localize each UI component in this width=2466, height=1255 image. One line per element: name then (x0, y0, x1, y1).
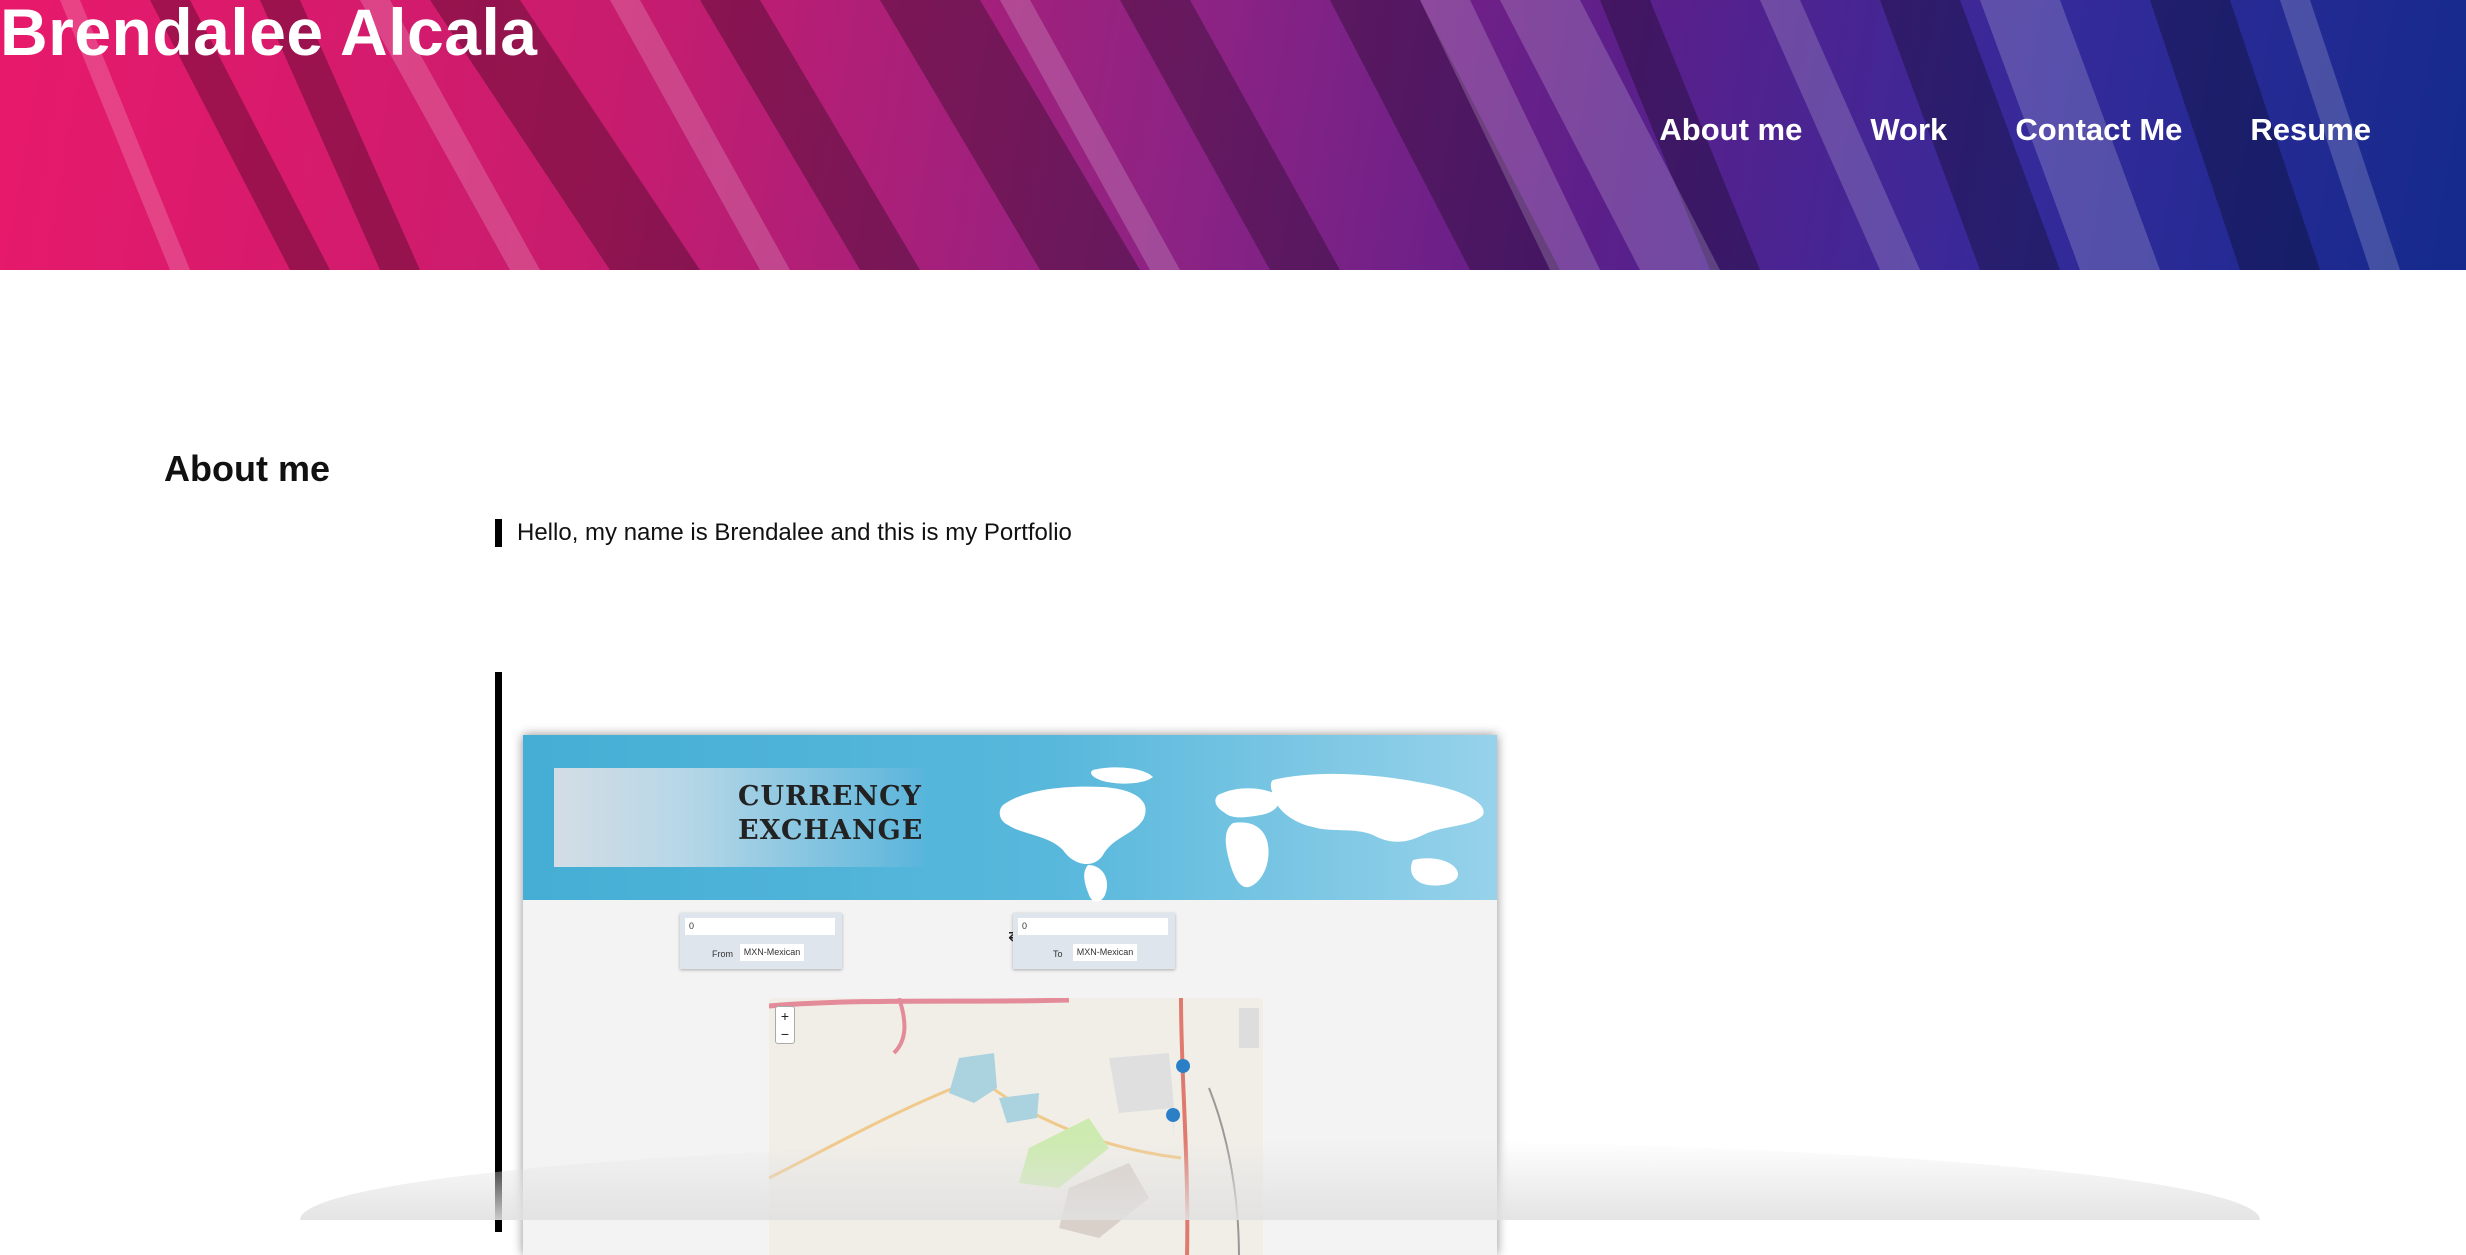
from-amount-input[interactable]: 0 (685, 918, 835, 935)
logo-line-1: CURRENCY (738, 781, 922, 812)
zoom-in-button[interactable]: + (776, 1007, 794, 1025)
about-heading: About me (164, 448, 330, 489)
site-title: Brendalee Alcala (0, 0, 538, 69)
main-nav: About me Work Contact Me Resume (1659, 112, 2371, 148)
to-label: To (1053, 949, 1063, 959)
to-amount-input[interactable]: 0 (1018, 918, 1168, 935)
nav-about-me[interactable]: About me (1659, 112, 1802, 148)
logo-line-2: EXCHANGE (738, 815, 924, 846)
nav-resume[interactable]: Resume (2250, 112, 2371, 148)
intro-text: Hello, my name is Brendalee and this is … (517, 519, 1072, 546)
intro-quote: Hello, my name is Brendalee and this is … (495, 519, 1072, 547)
project-banner: CURRENCY EXCHANGE (523, 735, 1497, 902)
site-header: Brendalee Alcala About me Work Contact M… (0, 0, 2466, 270)
nav-contact-me[interactable]: Contact Me (2015, 112, 2182, 148)
zoom-out-button[interactable]: − (776, 1025, 794, 1043)
from-label: From (712, 949, 733, 959)
map-zoom-control: + − (775, 1006, 795, 1044)
to-currency-select[interactable]: MXN-Mexican (1073, 944, 1137, 961)
world-map-icon (999, 767, 1484, 902)
nav-work[interactable]: Work (1870, 112, 1947, 148)
project-logo-text: CURRENCY EXCHANGE (738, 780, 923, 848)
from-currency-select[interactable]: MXN-Mexican (740, 944, 804, 961)
project-screenshot[interactable]: CURRENCY EXCHANGE 0 From MXN-Mexican ⇄ 0… (523, 735, 1497, 1255)
project-logo: CURRENCY EXCHANGE (554, 768, 924, 867)
to-card: 0 To MXN-Mexican (1013, 913, 1175, 969)
street-map[interactable]: + − (769, 998, 1263, 1255)
map-tiles (769, 998, 1263, 1255)
work-section-bar (495, 672, 502, 1232)
from-card: 0 From MXN-Mexican (680, 913, 842, 969)
